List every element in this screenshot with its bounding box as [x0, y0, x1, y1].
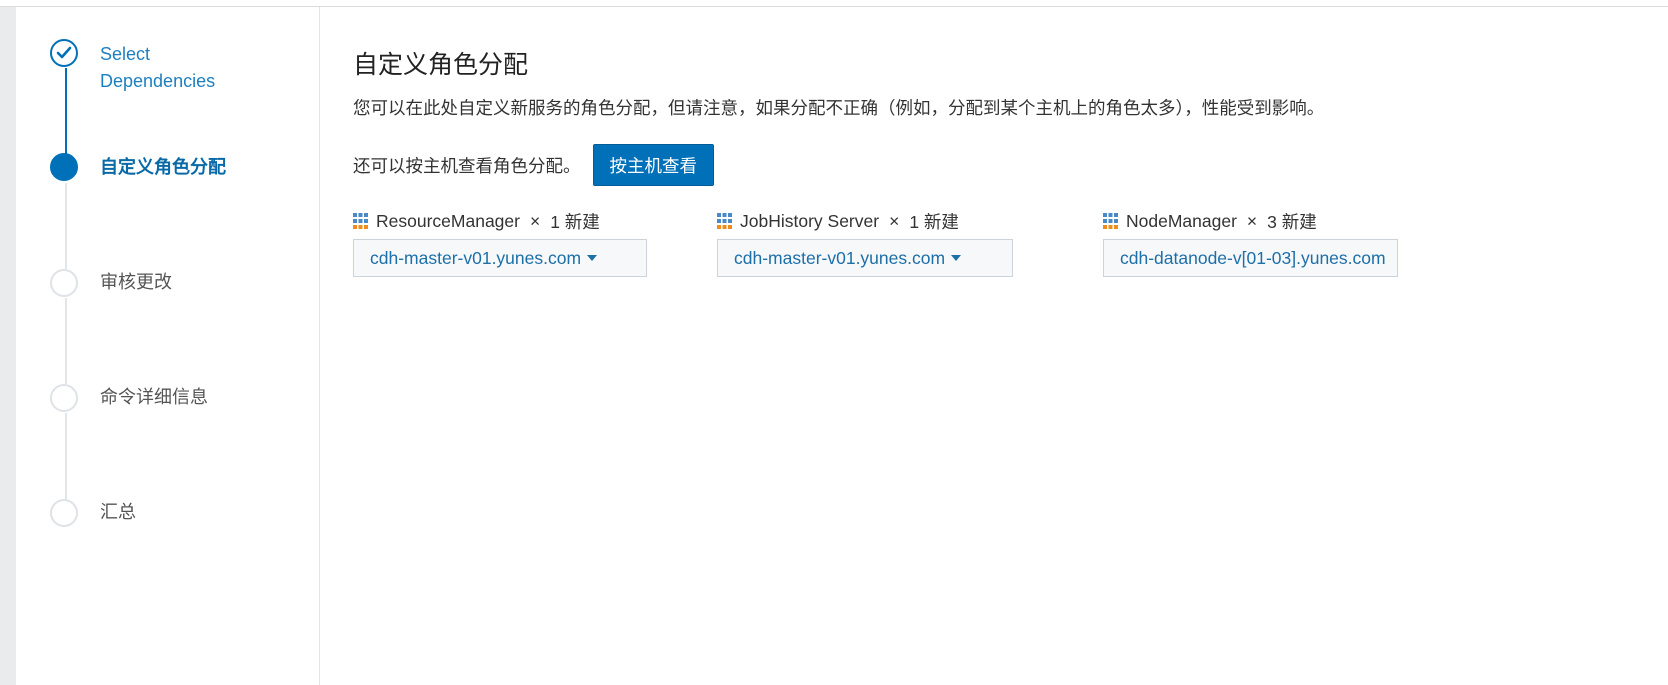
role-name: NodeManager	[1126, 210, 1237, 231]
role-name: ResourceManager	[376, 210, 520, 231]
role-host-value: cdh-datanode-v[01-03].yunes.com	[1120, 247, 1386, 268]
step-2-label: 自定义角色分配	[100, 157, 226, 177]
role-grid-icon	[717, 212, 732, 230]
role-host-value: cdh-master-v01.yunes.com	[370, 247, 582, 268]
role-header: ResourceManager × 1 新建	[353, 209, 647, 233]
role-header: NodeManager × 3 新建	[1103, 209, 1398, 233]
role-assignment-nodemanager: NodeManager × 3 新建 cdh-datanode-v[01-03]…	[1103, 209, 1398, 277]
step-connector	[65, 298, 67, 384]
host-view-text: 还可以按主机查看角色分配。	[353, 155, 581, 176]
host-view-row: 还可以按主机查看角色分配。 按主机查看	[353, 144, 714, 186]
step-1-label-line1: Select	[100, 44, 151, 64]
step-connector	[65, 183, 67, 269]
role-multiplier: ×	[1246, 210, 1258, 231]
step-1-label-line2: Dependencies	[100, 71, 216, 91]
step-1-check-icon[interactable]	[50, 39, 78, 67]
role-count: 1 新建	[909, 211, 959, 232]
step-1-label[interactable]: Select Dependencies	[100, 41, 215, 95]
step-2-active-indicator	[50, 153, 78, 181]
role-multiplier: ×	[529, 210, 541, 231]
role-multiplier: ×	[889, 210, 900, 231]
role-header: JobHistory Server × 1 新建	[717, 209, 1013, 233]
step-4-label: 命令详细信息	[100, 387, 208, 407]
role-grid-icon	[353, 212, 368, 230]
role-host-value: cdh-master-v01.yunes.com	[734, 247, 946, 268]
role-host-dropdown[interactable]: cdh-master-v01.yunes.com	[353, 239, 647, 277]
step-connector	[65, 413, 67, 499]
chevron-down-icon	[951, 255, 962, 261]
step-3-label: 审核更改	[100, 272, 172, 292]
role-assignment-resourcemanager: ResourceManager × 1 新建 cdh-master-v01.yu…	[353, 209, 647, 277]
chevron-down-icon	[587, 255, 598, 261]
role-name: JobHistory Server	[740, 210, 880, 231]
page-description: 您可以在此处自定义新服务的角色分配，但请注意，如果分配不正确（例如，分配到某个主…	[353, 98, 1325, 118]
left-gutter	[0, 7, 16, 685]
role-assignment-jobhistory: JobHistory Server × 1 新建 cdh-master-v01.…	[717, 209, 1013, 277]
role-grid-icon	[1103, 212, 1118, 230]
view-by-host-button[interactable]: 按主机查看	[592, 144, 714, 186]
main-content: 自定义角色分配 您可以在此处自定义新服务的角色分配，但请注意，如果分配不正确（例…	[320, 7, 1668, 685]
role-host-dropdown[interactable]: cdh-master-v01.yunes.com	[717, 239, 1013, 277]
step-3-indicator	[50, 269, 78, 297]
step-5-indicator	[50, 499, 78, 527]
role-count: 1 新建	[550, 211, 600, 232]
step-4-indicator	[50, 384, 78, 412]
app-frame: Select Dependencies 自定义角色分配 审核更改 命令详细信息 …	[0, 0, 1668, 685]
wizard-sidebar: Select Dependencies 自定义角色分配 审核更改 命令详细信息 …	[16, 7, 320, 685]
role-count: 3 新建	[1267, 211, 1317, 232]
page-title: 自定义角色分配	[353, 51, 529, 79]
step-5-label: 汇总	[100, 502, 136, 522]
role-host-dropdown[interactable]: cdh-datanode-v[01-03].yunes.com	[1103, 239, 1398, 277]
